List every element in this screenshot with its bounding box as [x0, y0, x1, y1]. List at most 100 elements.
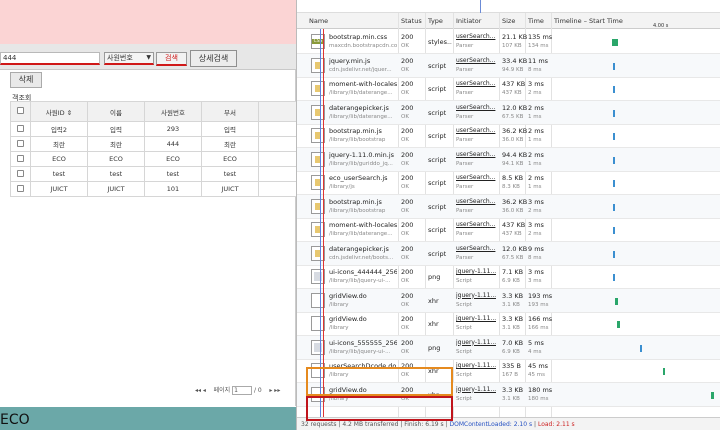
col-header-status[interactable]: Status [401, 17, 422, 25]
pager-prev-buttons[interactable]: ◂◂ ◂ [195, 387, 206, 394]
initiator-link[interactable]: jquery-1.11... [456, 339, 496, 346]
table-cell [258, 166, 296, 182]
request-name: moment-with-locales.js [329, 221, 397, 229]
request-row[interactable]: ui-icons_444444_256x... /library/lib/jque… [297, 265, 720, 289]
request-path: /library/lib/daterange... [329, 231, 393, 237]
waterfall-bar [613, 227, 616, 234]
table-row[interactable]: test test test test [10, 166, 296, 182]
initiator-link[interactable]: userSearch... [456, 127, 496, 134]
status-code: 200 [401, 268, 414, 276]
transfer-size: 36.2 KB [502, 197, 528, 206]
transfer-size: 437 KB [502, 80, 526, 88]
page-number-input[interactable]: 1 [232, 386, 253, 395]
row-checkbox[interactable] [17, 124, 24, 132]
col-header-size[interactable]: Size [502, 17, 515, 25]
column-header[interactable]: 이름 [87, 101, 145, 122]
transfer-size: 7.1 KB [502, 268, 524, 276]
request-row[interactable]: ui-icons_555555_256x.../library/lib/jque… [297, 335, 720, 360]
table-cell: 입력2 [30, 121, 88, 137]
transfer-size: 437 KB [502, 221, 526, 229]
initiator-link[interactable]: jquery-1.11... [456, 268, 496, 275]
request-row[interactable]: moment-with-locales.js/library/lib/dater… [297, 218, 720, 242]
request-type: script [428, 249, 447, 258]
waterfall-bar [613, 86, 616, 93]
waterfall-bar [611, 39, 619, 46]
request-row[interactable]: gridView.do/library 200 OK xhr jquery-1.11..… [297, 312, 720, 336]
col-header-type[interactable]: Type [428, 17, 443, 25]
request-latency: 134 ms [528, 43, 549, 49]
initiator-link[interactable]: userSearch... [456, 80, 496, 87]
column-header[interactable]: 부서 [201, 101, 259, 122]
search-type-select[interactable]: 사원번호 ▼ [104, 52, 154, 65]
col-header-initiator[interactable]: Initiator [456, 17, 481, 25]
row-checkbox[interactable] [17, 169, 24, 177]
request-row[interactable]: jquery.min.js cdn.jsdelivr.net/jquer... 20… [297, 53, 720, 78]
request-time: 180 ms [528, 385, 553, 394]
row-checkbox[interactable] [17, 139, 24, 147]
request-row[interactable]: daterangepicker.js cdn.jsdelivr.net/boots… [297, 241, 720, 266]
request-type: script [428, 179, 447, 187]
initiator-link[interactable]: userSearch... [456, 245, 496, 252]
initiator-link[interactable]: userSearch... [456, 57, 496, 64]
content-size: 3.1 KB [502, 325, 520, 331]
table-cell: 입력 [201, 121, 259, 137]
initiator-link[interactable]: userSearch... [456, 221, 496, 228]
initiator-link[interactable]: userSearch... [456, 151, 496, 158]
waterfall-bar [639, 344, 642, 352]
waterfall-bar [613, 203, 616, 211]
initiator-link[interactable]: userSearch... [456, 104, 496, 111]
request-latency: 8 ms [528, 254, 542, 261]
overview-timeline[interactable] [297, 0, 720, 13]
initiator-link[interactable]: jquery-1.11... [456, 315, 496, 322]
search-button[interactable]: 검색 [156, 52, 187, 66]
request-name: gridView.do [329, 315, 367, 323]
col-header-time[interactable]: Time [528, 17, 544, 25]
initiator-link[interactable]: userSearch... [456, 33, 496, 40]
request-row[interactable]: daterangepicker.js/library/lib/daterange… [297, 100, 720, 125]
request-type: styles... [428, 38, 452, 46]
row-checkbox[interactable] [17, 154, 24, 162]
waterfall-bar [613, 250, 616, 258]
request-name: jquery.min.js [329, 56, 371, 65]
column-header[interactable]: 사원ID ⇕ [30, 101, 88, 122]
initiator-link[interactable]: jquery-1.11... [456, 386, 496, 393]
initiator-link[interactable]: userSearch... [456, 198, 496, 205]
request-row[interactable]: jquery-1.11.0.min.js/library/lib/guriddo… [297, 147, 720, 172]
status-code: 200 [401, 127, 414, 135]
table-cell: 444 [144, 136, 202, 152]
select-all-checkbox[interactable] [17, 107, 24, 114]
table-row[interactable]: 입력2 입력 293 입력 [10, 121, 296, 137]
column-header[interactable]: 사원번호 [144, 101, 202, 122]
content-size: 3.1 KB [502, 395, 520, 402]
request-row[interactable]: gridView.do/library 200 OK xhr jquery-1.11..… [297, 288, 720, 313]
request-row[interactable]: bootstrap.min.css maxcdn.bootstrapcdn.com… [297, 30, 720, 54]
col-header-name[interactable]: Name [309, 17, 328, 25]
table-row[interactable]: 최란 최란 444 최란 [10, 136, 296, 152]
initiator-kind: Script [456, 348, 472, 355]
domcontentloaded-marker [320, 29, 321, 417]
request-latency: 4 ms [528, 348, 542, 355]
initiator-link[interactable]: jquery-1.11... [456, 362, 496, 369]
request-latency: 166 ms [528, 325, 549, 331]
status-text: OK [401, 66, 409, 73]
delete-button[interactable]: 삭제 [10, 72, 42, 88]
request-row[interactable]: moment-with-locales.js/library/lib/dater… [297, 77, 720, 101]
select-all-cell[interactable] [10, 101, 31, 122]
table-row[interactable]: ECO ECO ECO ECO [10, 151, 296, 167]
search-input[interactable] [0, 52, 100, 65]
table-cell: test [30, 166, 88, 182]
status-text: OK [401, 90, 409, 96]
col-header-timeline[interactable]: Timeline – Start Time [554, 17, 623, 25]
request-type: script [428, 226, 447, 234]
table-cell [258, 136, 296, 152]
initiator-link[interactable]: userSearch... [456, 174, 496, 181]
initiator-link[interactable]: jquery-1.11... [456, 292, 496, 299]
detail-search-button[interactable]: 상세검색 [190, 50, 237, 67]
request-row[interactable]: bootstrap.min.js/library/lib/bootstrap 20… [297, 124, 720, 148]
content-size: 437 KB [502, 90, 522, 96]
row-checkbox[interactable] [17, 184, 24, 192]
table-row[interactable]: JUICT JUICT 101 JUICT [10, 181, 296, 197]
request-row[interactable]: eco_userSearch.js/library/js 200 OK script u… [297, 171, 720, 195]
request-row[interactable]: bootstrap.min.js/library/lib/bootstrap 20… [297, 194, 720, 219]
pager-next-buttons[interactable]: ▸ ▸▸ [269, 387, 280, 394]
